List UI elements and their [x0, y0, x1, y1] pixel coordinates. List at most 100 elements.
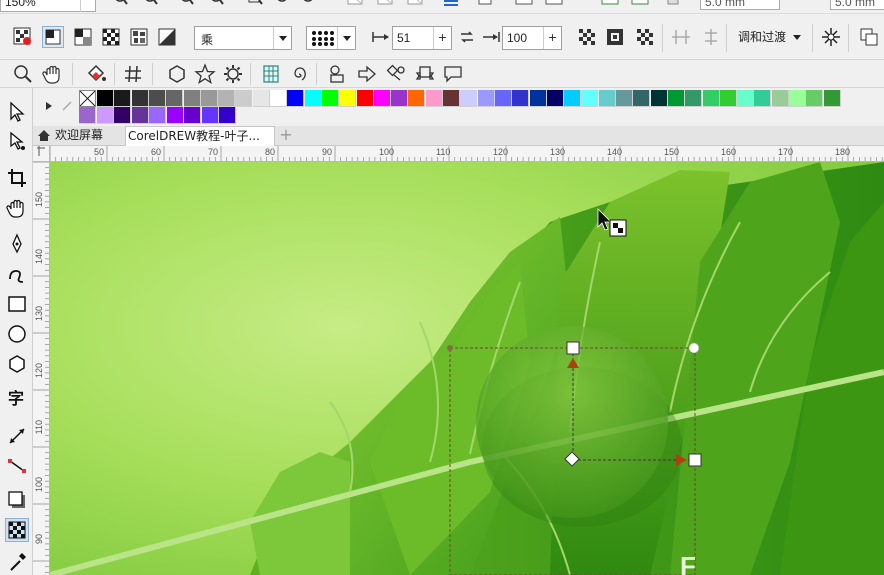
color-swatch[interactable]: [131, 107, 149, 124]
color-swatch[interactable]: [598, 90, 616, 107]
color-swatch[interactable]: [425, 90, 443, 107]
color-swatch[interactable]: [184, 107, 201, 124]
eyedropper-small-icon[interactable]: [61, 98, 75, 112]
color-swatch[interactable]: [131, 90, 149, 107]
parallel-dimension-icon[interactable]: [5, 424, 29, 448]
pattern-picker[interactable]: [306, 26, 356, 50]
hand-icon[interactable]: [42, 63, 64, 85]
pick-tool-icon[interactable]: [5, 100, 29, 124]
clone-icon[interactable]: [544, 0, 564, 8]
tab-welcome[interactable]: 欢迎屏幕: [33, 126, 123, 146]
arrow-shapes-icon[interactable]: [356, 63, 378, 85]
color-swatch[interactable]: [96, 107, 114, 124]
corner-handle[interactable]: [688, 342, 700, 354]
freehand-tool-icon[interactable]: [5, 232, 29, 256]
palette-scroll-right-icon[interactable]: [45, 101, 53, 111]
transparency-tool-icon[interactable]: [5, 518, 29, 542]
lock-icon[interactable]: [664, 0, 682, 8]
color-swatch[interactable]: [356, 90, 374, 107]
transparency-fill-icon[interactable]: [576, 26, 598, 48]
texture-transparency-icon[interactable]: [128, 26, 150, 48]
color-swatch[interactable]: [183, 90, 201, 107]
drawing-canvas[interactable]: F: [50, 162, 884, 575]
pan-tool-icon[interactable]: [5, 196, 29, 220]
spacing-input[interactable]: 51 +: [392, 26, 452, 50]
color-swatch[interactable]: [321, 90, 339, 107]
callout-shapes-icon[interactable]: [442, 63, 464, 85]
color-swatch[interactable]: [512, 90, 530, 107]
add-tab-button[interactable]: +: [277, 126, 295, 146]
color-swatch[interactable]: [166, 107, 184, 124]
vertical-ruler[interactable]: 150 140 130 120 110 100 90: [33, 162, 50, 575]
tab-document[interactable]: CorelDREW教程-叶子...: [125, 126, 275, 146]
color-swatch[interactable]: [616, 90, 633, 107]
star-icon[interactable]: [194, 63, 216, 85]
eyedropper-tool-icon[interactable]: [5, 550, 29, 574]
color-swatch[interactable]: [633, 90, 651, 107]
zoom-out-icon[interactable]: [142, 0, 160, 10]
color-swatch[interactable]: [218, 90, 236, 107]
zoom-selected-icon[interactable]: [178, 0, 196, 10]
color-swatch[interactable]: [685, 90, 703, 107]
transparency-none-icon[interactable]: [12, 26, 34, 48]
bitmap-transparency-icon[interactable]: [156, 26, 178, 48]
color-swatch[interactable]: [339, 90, 357, 107]
color-swatch[interactable]: [252, 90, 270, 107]
zoom-in-icon[interactable]: [112, 0, 130, 10]
merge-mode-dropdown[interactable]: 乘: [194, 26, 292, 50]
color-swatch[interactable]: [200, 90, 218, 107]
horizontal-ruler[interactable]: 50 60 70 80 90 100 110 120 130 140 150 160 170 180: [50, 146, 884, 162]
pattern-transparency-icon[interactable]: [100, 26, 122, 48]
fill-bucket-icon[interactable]: [86, 63, 108, 85]
color-swatch[interactable]: [771, 90, 789, 107]
color-swatch[interactable]: [443, 90, 460, 107]
opacity-input[interactable]: 100 +: [502, 26, 562, 50]
color-swatch[interactable]: [149, 107, 166, 124]
color-swatch[interactable]: [201, 107, 219, 124]
color-swatch[interactable]: [789, 90, 806, 107]
banner-shapes-icon[interactable]: [414, 63, 436, 85]
color-swatch[interactable]: [719, 90, 737, 107]
graph-paper-icon[interactable]: [260, 63, 282, 85]
connector-tool-icon[interactable]: [5, 454, 29, 478]
right-handle[interactable]: [688, 453, 702, 467]
gear-icon[interactable]: [222, 63, 244, 85]
nudge-input-2[interactable]: 5.0 mm: [830, 0, 884, 10]
color-swatch[interactable]: [564, 90, 582, 107]
plus-icon[interactable]: +: [433, 27, 451, 49]
grid-hash-icon[interactable]: [122, 63, 144, 85]
flowchart-shapes-icon[interactable]: [386, 63, 408, 85]
copy-properties-icon[interactable]: [514, 0, 534, 8]
spiral-icon[interactable]: [288, 63, 310, 85]
color-swatch[interactable]: [754, 90, 772, 107]
top-handle[interactable]: [566, 341, 580, 355]
page-icon[interactable]: [476, 0, 494, 8]
arrange-back-icon[interactable]: [630, 0, 650, 8]
color-swatch[interactable]: [408, 90, 426, 107]
color-swatch[interactable]: [667, 90, 685, 107]
ellipse-tool-icon[interactable]: [5, 322, 29, 346]
color-swatch[interactable]: [97, 90, 114, 107]
color-swatch[interactable]: [529, 90, 547, 107]
basic-shapes-icon[interactable]: [326, 63, 348, 85]
color-swatch[interactable]: [581, 90, 599, 107]
crop-tool-icon[interactable]: [5, 166, 29, 190]
zoom-page-icon[interactable]: [246, 0, 264, 10]
uniform-transparency-icon[interactable]: [42, 26, 64, 48]
star-burst-icon[interactable]: [820, 26, 842, 48]
arrange-front-icon[interactable]: [600, 0, 620, 8]
image-icon-2[interactable]: [376, 0, 394, 8]
color-swatch[interactable]: [494, 90, 512, 107]
copy-transparency-icon[interactable]: [700, 26, 722, 48]
image-icon-3[interactable]: [406, 0, 424, 8]
drop-shadow-icon[interactable]: [5, 488, 29, 512]
zoom-width-icon[interactable]: [274, 0, 292, 10]
copy-object-icon[interactable]: [858, 26, 880, 48]
image-icon-1[interactable]: [346, 0, 364, 8]
hexagon-icon[interactable]: [166, 63, 188, 85]
zoom-height-icon[interactable]: [300, 0, 318, 10]
color-swatch[interactable]: [79, 107, 96, 124]
color-swatch[interactable]: [166, 90, 184, 107]
fountain-transparency-icon[interactable]: [72, 26, 94, 48]
color-swatch[interactable]: [806, 90, 824, 107]
